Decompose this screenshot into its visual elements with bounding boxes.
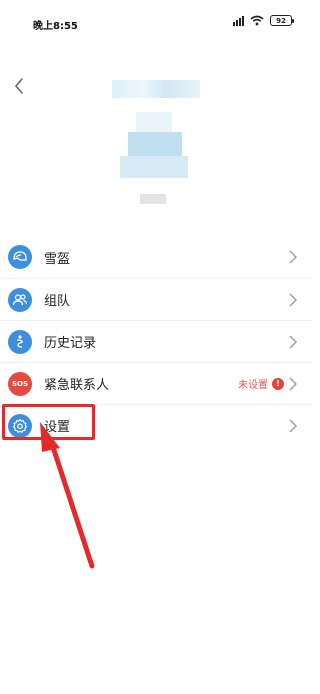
chevron-left-icon (15, 78, 23, 94)
menu-item-team[interactable]: 组队 (0, 278, 312, 320)
menu-label: 历史记录 (44, 336, 97, 351)
status-icons: 92 (233, 15, 294, 26)
chevron-right-icon (289, 293, 297, 306)
helmet-icon (8, 245, 32, 269)
history-icon (8, 329, 32, 354)
back-button[interactable] (8, 74, 30, 98)
status-time: 晚上8:55 (33, 21, 78, 32)
menu-item-emergency-contact[interactable]: SOS 紧急联系人 未设置 ! (0, 362, 312, 404)
blurred-username (112, 80, 200, 98)
menu-label: 雪盔 (44, 251, 71, 267)
highlight-box (2, 404, 95, 440)
battery-icon: 92 (270, 15, 294, 26)
avatar[interactable] (118, 112, 190, 204)
alert-badge: ! (272, 377, 284, 390)
sos-icon: SOS (8, 371, 32, 396)
wifi-icon (250, 15, 264, 26)
menu-item-helmet[interactable]: 雪盔 (0, 236, 312, 278)
battery-level: 92 (276, 16, 286, 25)
team-icon (8, 287, 32, 312)
status-text: 未设置 (238, 380, 268, 391)
chevron-right-icon (289, 419, 297, 432)
menu-label: 紧急联系人 (44, 378, 110, 393)
chevron-right-icon (289, 250, 297, 264)
menu-item-history[interactable]: 历史记录 (0, 320, 312, 362)
chevron-right-icon (289, 377, 297, 390)
signal-icon (233, 15, 244, 26)
menu-label: 组队 (44, 294, 71, 309)
status-bar: 晚上8:55 92 (0, 0, 312, 40)
chevron-right-icon (289, 335, 297, 348)
sos-icon-text: SOS (11, 379, 29, 388)
